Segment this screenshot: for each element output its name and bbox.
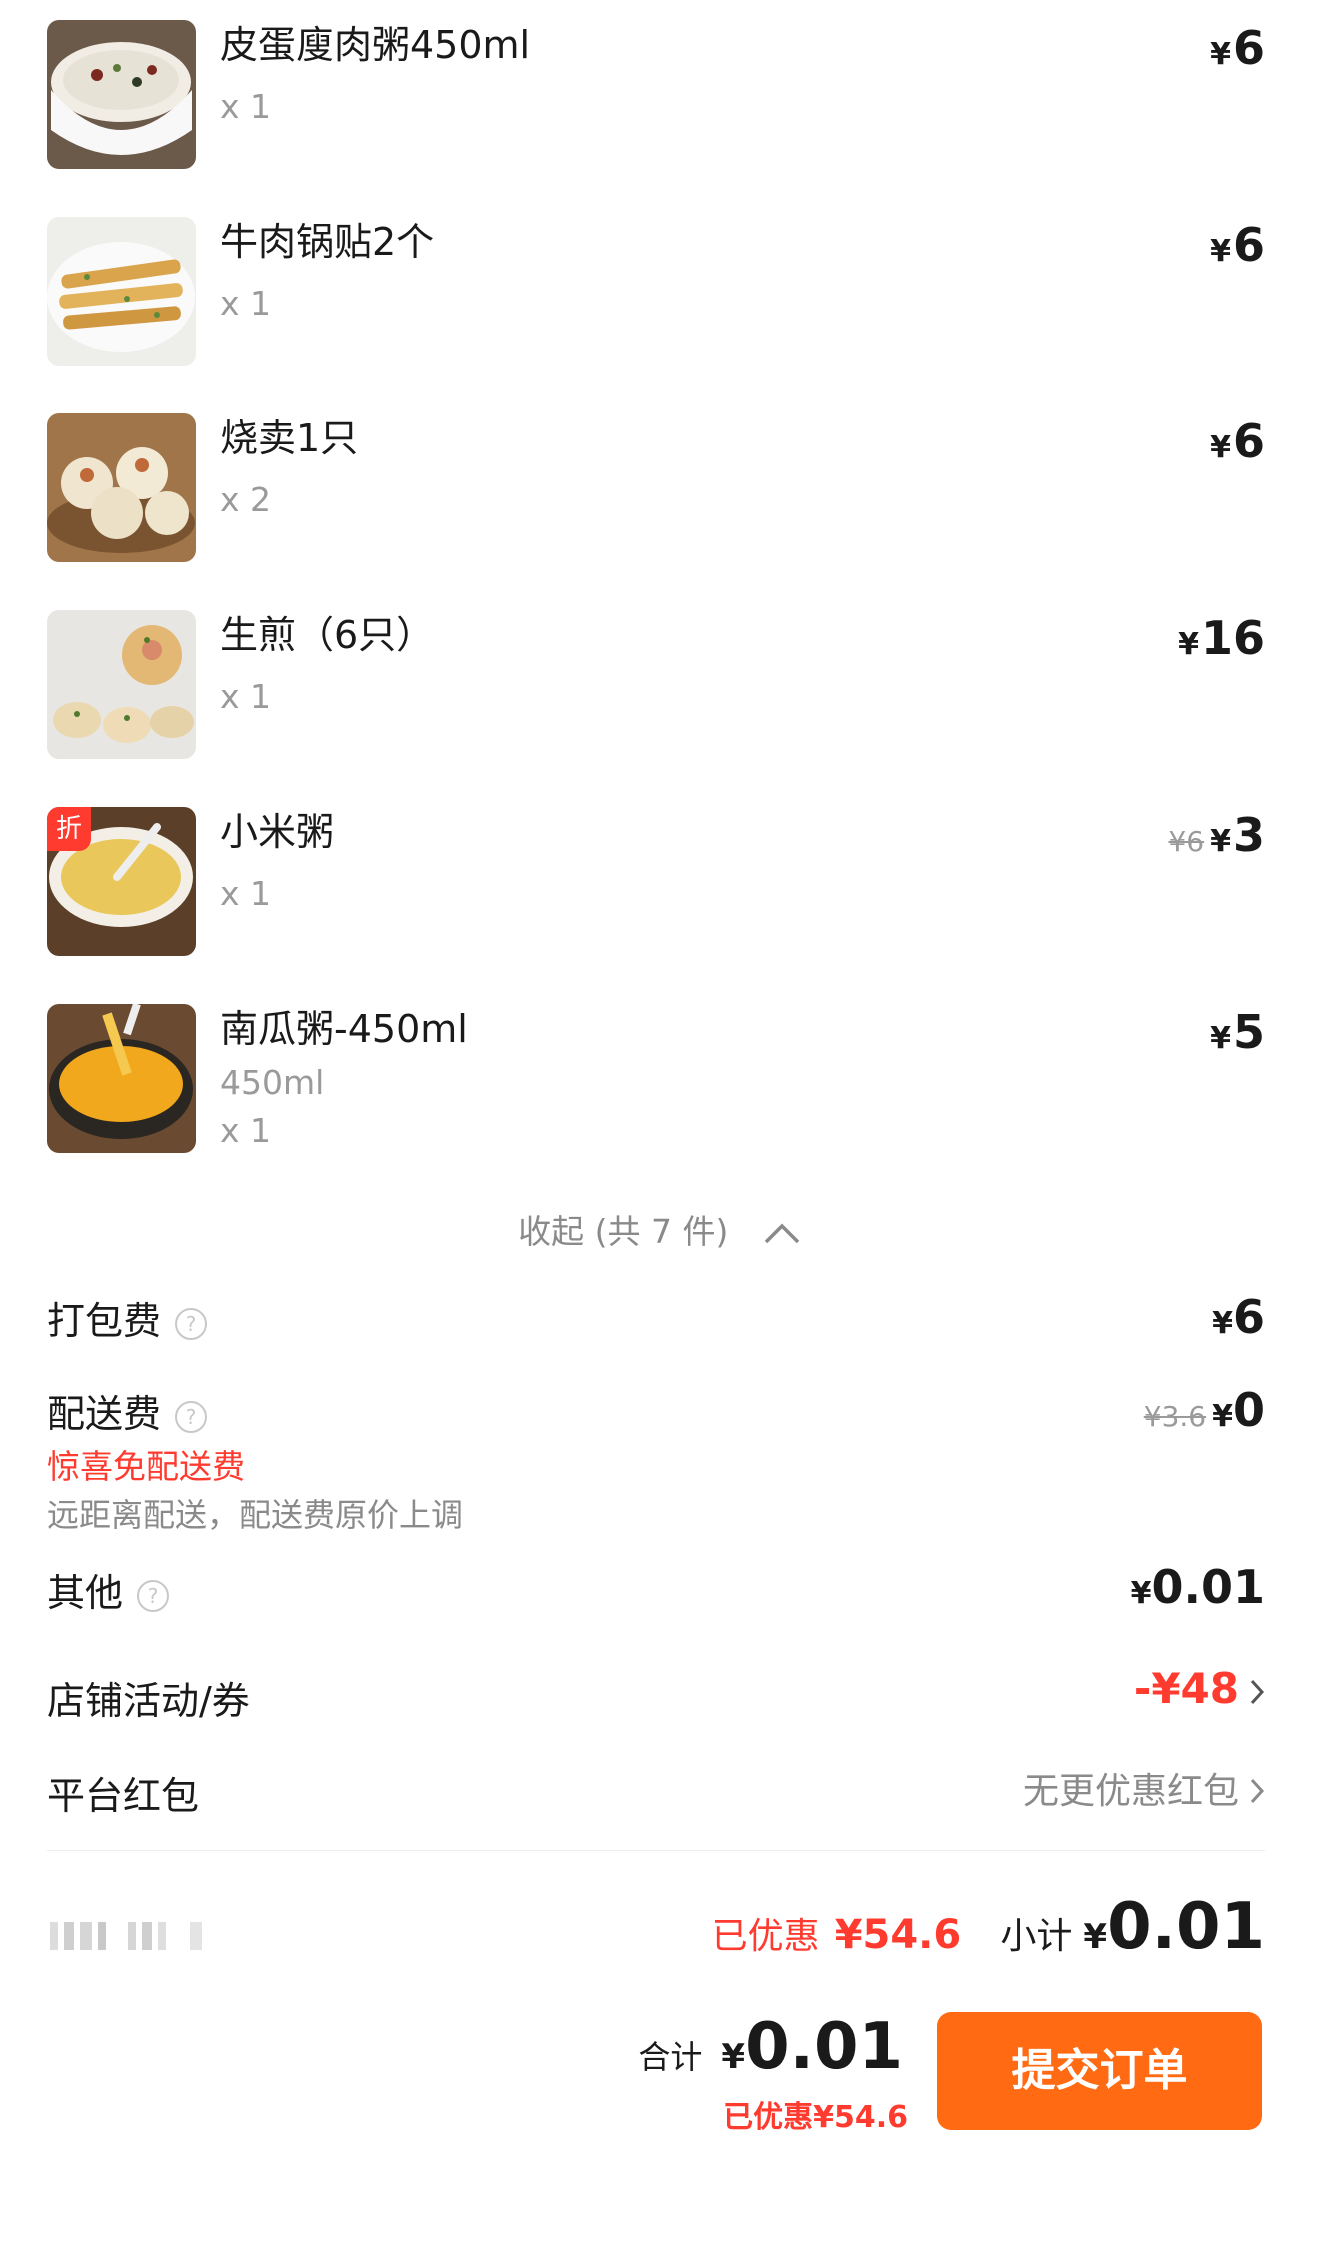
item-price: ¥6: [1210, 414, 1265, 468]
item-name: 生煎（6只）: [220, 613, 435, 657]
delivery-fee-label: 配送费: [47, 1392, 162, 1436]
item-price: ¥5: [1210, 1005, 1265, 1059]
summary-discount-value: ¥54.6: [834, 1912, 962, 1958]
item-quantity: x 1: [220, 677, 272, 716]
food-image-pan-fried-buns: [47, 610, 196, 759]
order-item: 生煎（6只） x 1 ¥16: [0, 610, 1319, 770]
other-fee-row: 其他?: [47, 1562, 170, 1617]
original-price: ¥6: [1168, 825, 1205, 858]
item-name: 皮蛋廋肉粥450ml: [220, 23, 531, 67]
store-coupon-value[interactable]: -¥48: [1134, 1664, 1265, 1716]
item-spec: 450ml: [220, 1063, 325, 1102]
order-item: 折 小米粥 x 1 ¥6 ¥3: [0, 807, 1319, 967]
subtotal-label: 小计: [1000, 1916, 1073, 1957]
collapse-items-toggle[interactable]: 收起 (共 7 件): [0, 1205, 1319, 1253]
divider: [47, 1850, 1265, 1851]
item-name: 南瓜粥-450ml: [220, 1007, 468, 1051]
item-name: 牛肉锅贴2个: [220, 220, 435, 264]
summary-row: 已优惠 ¥54.6 小计 ¥0.01: [711, 1890, 1265, 1964]
delivery-note: 远距离配送，配送费原价上调: [47, 1496, 464, 1534]
help-icon[interactable]: ?: [175, 1307, 208, 1340]
food-image-potstickers: [47, 217, 196, 366]
item-quantity: x 1: [220, 87, 272, 126]
help-icon[interactable]: ?: [175, 1400, 208, 1433]
item-quantity: x 1: [220, 284, 272, 323]
delivery-promo: 惊喜免配送费: [47, 1447, 245, 1486]
item-quantity: x 2: [220, 480, 272, 519]
total-value: 0.01: [745, 2010, 903, 2084]
delivery-fee-row: 配送费?: [47, 1383, 208, 1438]
item-price: ¥6 ¥3: [1168, 808, 1265, 862]
delivery-fee-value: ¥3.6 ¥0: [1143, 1383, 1265, 1437]
food-image-congee: [47, 20, 196, 169]
item-price: ¥6: [1210, 218, 1265, 272]
help-icon[interactable]: ?: [137, 1579, 170, 1612]
item-name: 烧卖1只: [220, 416, 359, 460]
subtotal-value: 0.01: [1107, 1890, 1265, 1964]
food-image-pumpkin-congee: [47, 1004, 196, 1153]
packing-fee-row: 打包费?: [47, 1290, 208, 1345]
chevron-right-icon: [1249, 1773, 1265, 1814]
food-image-millet-congee: 折: [47, 807, 196, 956]
submit-order-button[interactable]: 提交订单: [937, 2012, 1262, 2130]
packing-fee-label: 打包费: [47, 1299, 162, 1343]
total-label: 合计: [638, 2038, 703, 2076]
food-image-shaomai: [47, 413, 196, 562]
delivery-original-price: ¥3.6: [1143, 1400, 1207, 1433]
other-fee-value: ¥0.01: [1130, 1560, 1265, 1614]
platform-redpacket-label: 平台红包: [47, 1774, 200, 1818]
discount-badge: 折: [47, 807, 91, 851]
item-quantity: x 1: [220, 874, 272, 913]
other-fee-label: 其他: [47, 1571, 124, 1615]
platform-redpacket-row[interactable]: 平台红包: [47, 1765, 199, 1820]
packing-fee-value: ¥6: [1212, 1290, 1265, 1344]
order-item: 南瓜粥-450ml 450ml x 1 ¥5: [0, 1004, 1319, 1174]
footer-discount: 已优惠¥54.6: [723, 2100, 908, 2135]
chevron-up-icon: [763, 1214, 801, 1253]
blurred-placeholder: [50, 1918, 240, 1958]
summary-discount-label: 已优惠: [711, 1916, 820, 1957]
item-quantity: x 1: [220, 1111, 272, 1150]
item-price: ¥6: [1210, 21, 1265, 75]
item-price: ¥16: [1178, 611, 1265, 665]
platform-redpacket-value[interactable]: 无更优惠红包: [1023, 1762, 1265, 1814]
footer-total: 合计 ¥0.01: [638, 2010, 903, 2084]
store-coupon-row[interactable]: 店铺活动/券: [47, 1670, 250, 1725]
order-item: 牛肉锅贴2个 x 1 ¥6: [0, 217, 1319, 377]
chevron-right-icon: [1249, 1667, 1265, 1716]
order-item: 烧卖1只 x 2 ¥6: [0, 413, 1319, 573]
order-item: 皮蛋廋肉粥450ml x 1 ¥6: [0, 20, 1319, 180]
store-coupon-label: 店铺活动/券: [47, 1679, 250, 1723]
collapse-label: 收起 (共 7 件): [518, 1212, 729, 1251]
item-name: 小米粥: [220, 810, 335, 854]
